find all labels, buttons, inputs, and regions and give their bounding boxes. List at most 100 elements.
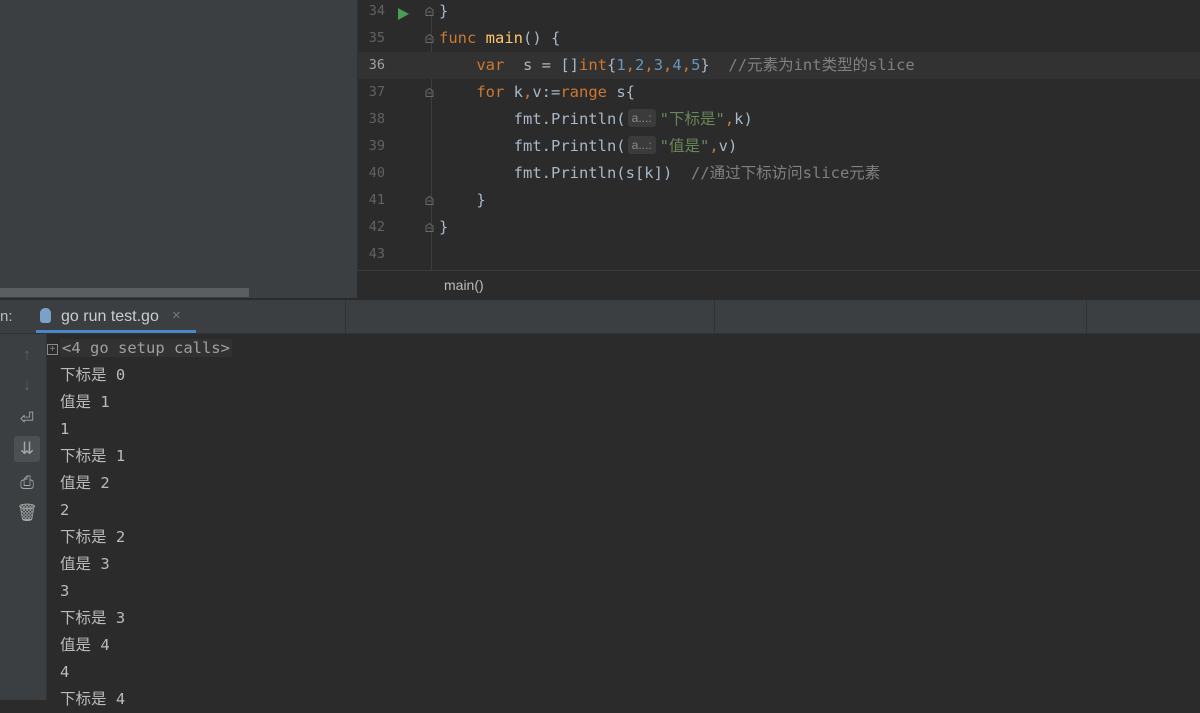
- code-line[interactable]: 34}: [358, 0, 1200, 25]
- code-token: range: [560, 83, 617, 101]
- code-line[interactable]: 38 fmt.Println(a...: "下标是",k): [358, 106, 1200, 133]
- expand-icon[interactable]: +: [47, 344, 58, 355]
- code-token: "下标是": [659, 110, 725, 128]
- code-token: ,: [625, 56, 636, 74]
- setup-calls-line[interactable]: <4 go setup calls>: [60, 335, 232, 362]
- code-token: ,: [681, 56, 692, 74]
- code-token: fmt.Println(: [439, 137, 626, 155]
- console-line: 4: [60, 659, 69, 686]
- line-number: 34: [368, 3, 385, 19]
- console-line: 3: [60, 578, 69, 605]
- close-icon[interactable]: ×: [172, 307, 181, 324]
- horizontal-scrollbar[interactable]: [0, 288, 249, 297]
- fold-marker-icon[interactable]: [425, 223, 434, 232]
- console-line: 值是 1: [60, 389, 110, 416]
- code-token: 1: [616, 56, 626, 74]
- console-line: 值是 2: [60, 470, 110, 497]
- fold-marker-icon[interactable]: [425, 34, 434, 43]
- code-line[interactable]: 40 fmt.Println(s[k]) //通过下标访问slice元素: [358, 160, 1200, 187]
- console-line: 值是 3: [60, 551, 110, 578]
- fold-marker-icon[interactable]: [425, 88, 434, 97]
- code-line[interactable]: 37 for k,v:=range s{: [358, 79, 1200, 106]
- code-token: ,: [663, 56, 673, 74]
- code-token: ,: [724, 110, 735, 128]
- console-text: 3: [60, 582, 70, 600]
- line-number: 38: [368, 111, 385, 127]
- code-token: }: [700, 56, 729, 74]
- console-text: 1: [60, 420, 70, 438]
- code-text: fmt.Println(a...: "下标是",k): [439, 106, 753, 133]
- code-token: s = []: [504, 56, 579, 74]
- code-token: //通过下标访问slice元素: [690, 164, 881, 182]
- code-text: for k,v:=range s{: [439, 79, 635, 106]
- code-text: }: [439, 187, 485, 214]
- run-gutter-icon[interactable]: [398, 8, 409, 20]
- console-text: 下标是 3: [60, 609, 126, 627]
- code-token: func: [439, 29, 486, 47]
- code-line[interactable]: 43: [358, 241, 1200, 268]
- parameter-hint: a...:: [627, 136, 656, 154]
- parameter-hint: a...:: [627, 109, 656, 127]
- code-token: }: [439, 2, 449, 20]
- code-token: main: [485, 29, 523, 47]
- code-line[interactable]: 39 fmt.Println(a...: "值是",v): [358, 133, 1200, 160]
- line-number: 40: [368, 165, 385, 181]
- code-text: }: [439, 0, 448, 25]
- code-editor[interactable]: 34} 35 func main() { 36 var s = []int{1,2,3…: [357, 0, 1200, 270]
- line-number: 35: [368, 30, 385, 46]
- console-line: 2: [60, 497, 69, 524]
- breadcrumb[interactable]: main(): [444, 277, 484, 293]
- console-line: 值是 4: [60, 632, 110, 659]
- soft-wrap-icon[interactable]: ⏎: [14, 406, 40, 432]
- scroll-to-end-icon[interactable]: ⇊: [14, 436, 40, 462]
- code-text: }: [439, 214, 448, 241]
- console-text: 下标是 2: [60, 528, 126, 546]
- console-text: 值是 2: [60, 474, 110, 492]
- console-text: 值是 4: [60, 636, 110, 654]
- code-token: () {: [523, 29, 561, 47]
- code-line[interactable]: 36 var s = []int{1,2,3,4,5} //元素为int类型的s…: [358, 52, 1200, 79]
- go-file-icon: [40, 308, 51, 323]
- run-tab-label: go run test.go: [61, 308, 159, 325]
- line-number: 43: [368, 246, 385, 262]
- code-token: {: [606, 56, 617, 74]
- code-token: ,: [709, 137, 719, 155]
- code-token: k: [513, 83, 523, 101]
- code-line[interactable]: 35 func main() {: [358, 25, 1200, 52]
- console-text: 4: [60, 663, 70, 681]
- code-token: }: [439, 218, 449, 236]
- code-text: fmt.Println(a...: "值是",v): [439, 133, 737, 160]
- console-output[interactable]: <4 go setup calls> 下标是 0 值是 1 1 下标是 1 值是 2 2 下标…: [47, 334, 1200, 708]
- run-panel-label: n:: [0, 308, 13, 325]
- console-text: 值是 3: [60, 555, 110, 573]
- line-number: 42: [368, 219, 385, 235]
- code-token: v): [718, 137, 738, 155]
- console-text: 下标是 0: [60, 366, 126, 384]
- fold-marker-icon[interactable]: [425, 196, 434, 205]
- code-token: 2: [635, 56, 645, 74]
- print-icon[interactable]: ⎙: [14, 470, 40, 496]
- code-token: v:=: [532, 83, 561, 101]
- run-tab[interactable]: go run test.go ×: [30, 300, 197, 333]
- code-token: 3: [653, 56, 664, 74]
- run-toolbar: ↑ ↓ ⏎ ⇊ ⎙ 🗑: [0, 334, 47, 700]
- down-arrow-icon[interactable]: ↓: [14, 372, 40, 398]
- console-text: 下标是 4: [60, 690, 126, 708]
- code-line[interactable]: 42}: [358, 214, 1200, 241]
- code-token: int: [578, 56, 607, 74]
- header-divider: [714, 300, 715, 333]
- code-token: 4: [672, 56, 682, 74]
- code-token: var: [476, 56, 505, 74]
- code-text: fmt.Println(s[k]) //通过下标访问slice元素: [439, 160, 881, 187]
- code-token: fmt.Println(: [439, 110, 626, 128]
- trash-icon[interactable]: 🗑: [14, 500, 40, 526]
- line-number: 37: [368, 84, 385, 100]
- code-token: ,: [644, 56, 654, 74]
- code-line[interactable]: 41 }: [358, 187, 1200, 214]
- fold-marker-icon[interactable]: [425, 7, 434, 16]
- up-arrow-icon[interactable]: ↑: [14, 342, 40, 368]
- code-token: //元素为int类型的slice: [728, 56, 915, 74]
- line-number: 39: [368, 138, 385, 154]
- code-token: s{: [616, 83, 636, 101]
